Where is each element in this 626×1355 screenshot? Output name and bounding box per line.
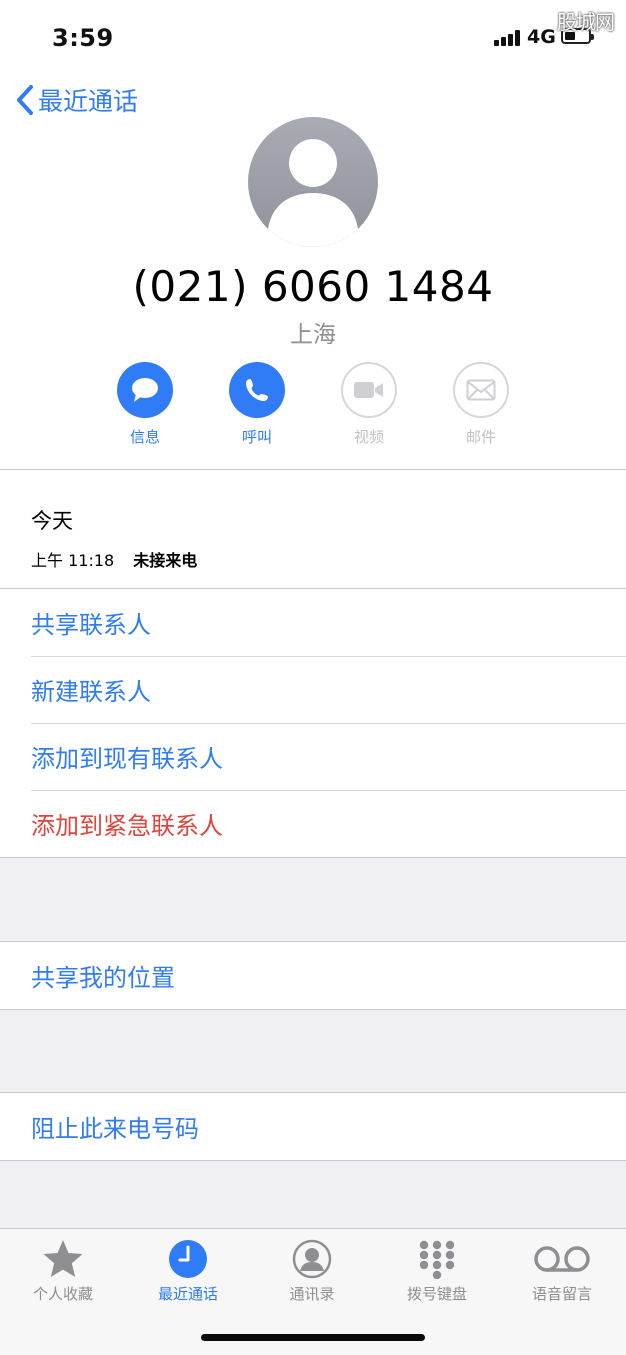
- tab-keypad[interactable]: 拨号键盘: [382, 1239, 492, 1304]
- message-action[interactable]: 信息: [105, 362, 185, 447]
- video-label: 视频: [353, 428, 384, 446]
- contact-header: 3:59 4G 股城网 最近通话 (021) 6060 1484 上海 信息 呼…: [0, 0, 626, 470]
- voicemail-icon: [534, 1246, 590, 1272]
- phone-icon: [246, 379, 268, 401]
- video-action: 视频: [329, 362, 409, 447]
- back-button[interactable]: 最近通话: [16, 82, 138, 118]
- call-button[interactable]: [229, 362, 285, 418]
- phone-number[interactable]: (021) 6060 1484: [0, 262, 626, 311]
- call-history-row: 上午 11:18 未接来电: [31, 547, 197, 571]
- avatar: [248, 117, 378, 247]
- call-label: 呼叫: [241, 428, 272, 446]
- mail-label: 邮件: [465, 428, 496, 446]
- tab-contacts[interactable]: 通讯录: [257, 1239, 367, 1304]
- mail-button: [453, 362, 509, 418]
- new-contact-button[interactable]: 新建联系人: [0, 656, 626, 723]
- mail-action: 邮件: [441, 362, 521, 447]
- contact-options-group: 共享联系人 新建联系人 添加到现有联系人 添加到紧急联系人: [0, 588, 626, 858]
- message-button[interactable]: [117, 362, 173, 418]
- share-location-button[interactable]: 共享我的位置: [0, 942, 626, 1009]
- person-silhouette-icon: [268, 139, 358, 247]
- caller-location: 上海: [290, 322, 336, 348]
- block-caller-button[interactable]: 阻止此来电号码: [0, 1093, 626, 1160]
- block-caller-group: 阻止此来电号码: [0, 1092, 626, 1161]
- add-to-existing-contact-button[interactable]: 添加到现有联系人: [0, 723, 626, 790]
- share-contact-button[interactable]: 共享联系人: [0, 589, 626, 656]
- watermark-logo: 股城网: [557, 10, 615, 34]
- video-button: [341, 362, 397, 418]
- star-icon: [43, 1240, 83, 1277]
- share-location-group: 共享我的位置: [0, 941, 626, 1010]
- network-type: 4G: [527, 26, 556, 48]
- message-label: 信息: [129, 428, 160, 446]
- tab-keypad-label: 拨号键盘: [406, 1285, 467, 1303]
- call-time: 上午 11:18: [31, 551, 115, 570]
- tab-recents-label: 最近通话: [157, 1285, 218, 1303]
- clock-icon: [169, 1240, 207, 1278]
- status-time: 3:59: [52, 24, 114, 52]
- contacts-icon: [292, 1239, 332, 1279]
- recent-calls-section: 今天 上午 11:18 未接来电: [0, 470, 626, 588]
- chevron-left-icon: [17, 85, 33, 115]
- signal-strength-icon: [494, 30, 524, 46]
- video-icon: [354, 382, 383, 398]
- tab-favorites-label: 个人收藏: [32, 1285, 93, 1303]
- mail-icon: [466, 379, 496, 401]
- contact-actions: 信息 呼叫 视频 邮件: [0, 362, 626, 452]
- call-action[interactable]: 呼叫: [217, 362, 297, 447]
- status-bar: 3:59 4G 股城网: [0, 0, 626, 70]
- keypad-icon: [419, 1240, 455, 1279]
- call-type: 未接来电: [133, 551, 198, 570]
- home-indicator[interactable]: [201, 1334, 425, 1341]
- tab-contacts-label: 通讯录: [289, 1285, 335, 1303]
- message-icon: [132, 378, 158, 402]
- call-day: 今天: [31, 509, 73, 533]
- tab-recents[interactable]: 最近通话: [133, 1239, 243, 1304]
- tab-voicemail-label: 语音留言: [531, 1285, 592, 1303]
- back-label: 最近通话: [38, 87, 139, 116]
- add-to-emergency-contact-button[interactable]: 添加到紧急联系人: [0, 790, 626, 857]
- tab-favorites[interactable]: 个人收藏: [8, 1239, 118, 1304]
- tab-voicemail[interactable]: 语音留言: [507, 1239, 617, 1304]
